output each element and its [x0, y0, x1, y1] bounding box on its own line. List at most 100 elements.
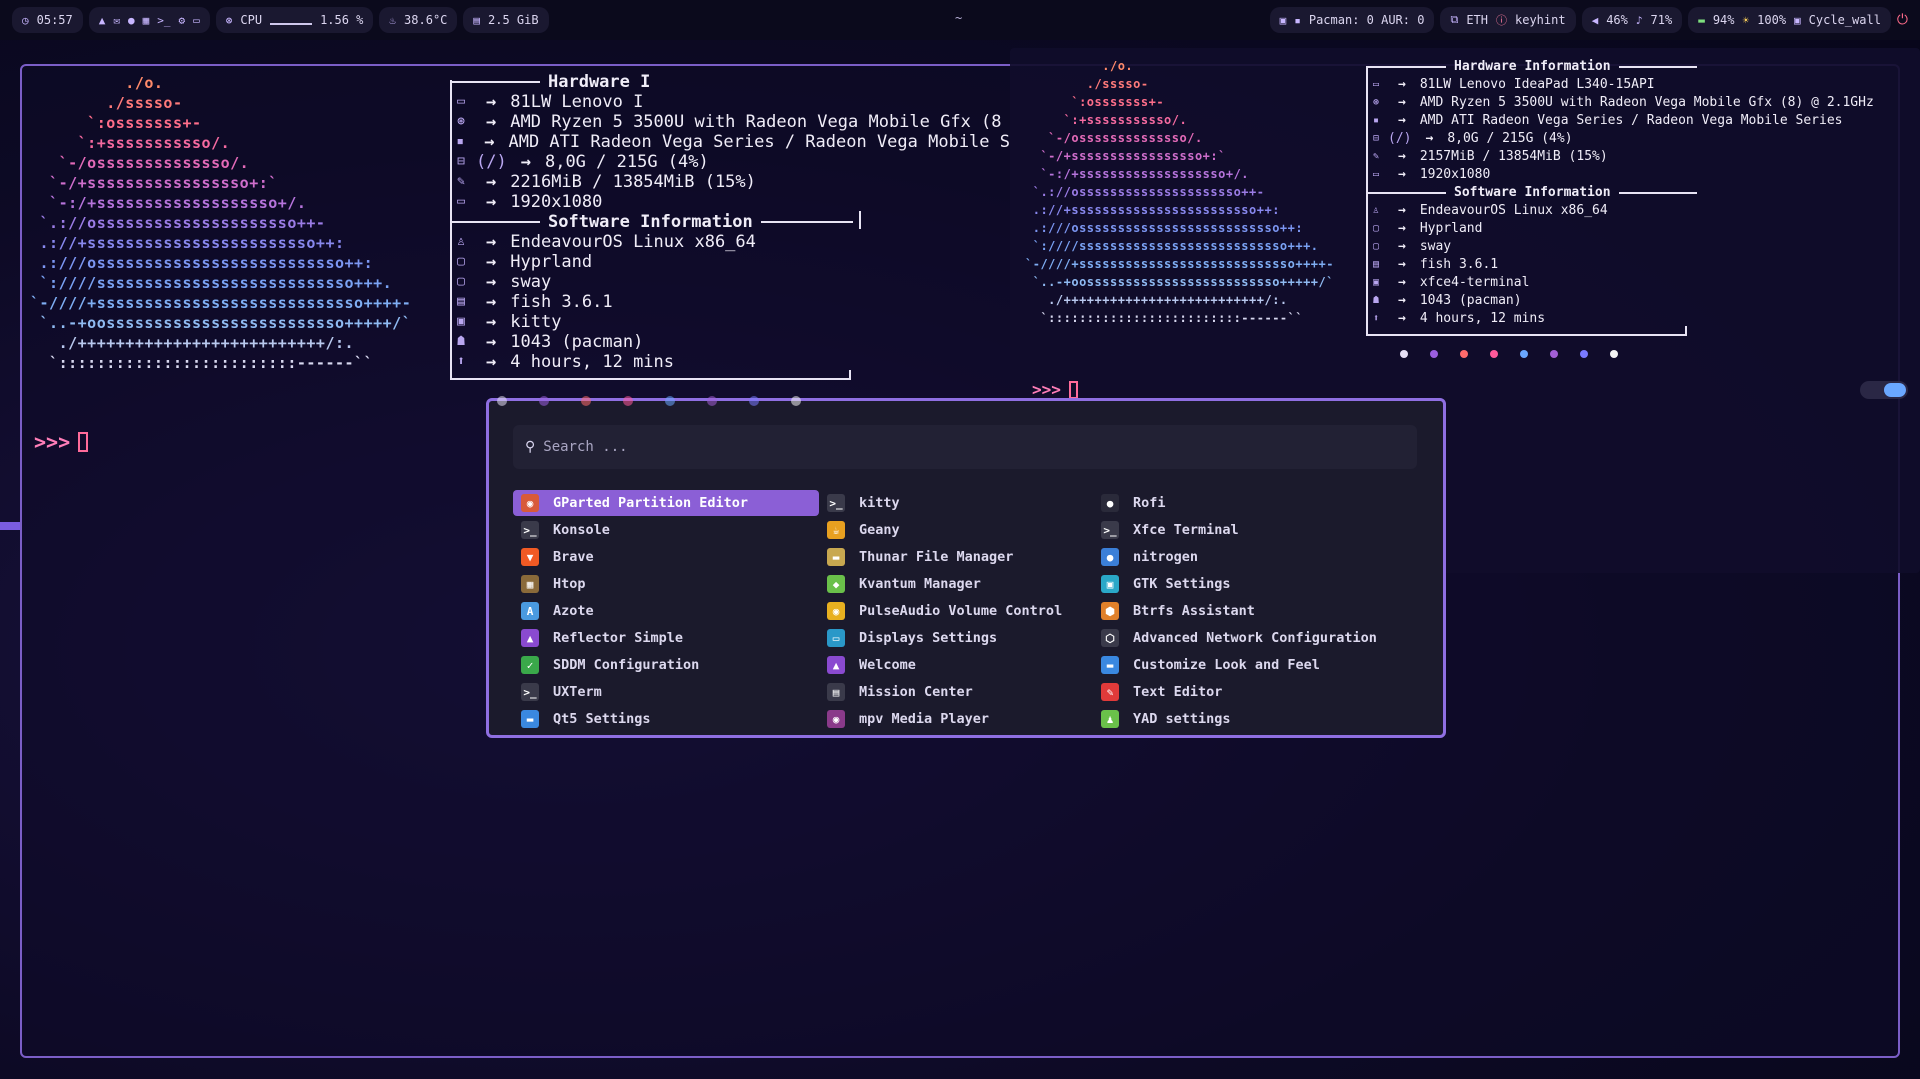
info-row: ⊛ → AMD Ryzen 5 3500U with Radeon Vega Mob… [450, 112, 1010, 132]
app-item-yad-settings[interactable]: ♟ YAD settings [1093, 706, 1393, 732]
info-value: 8,0G / 215G (4%) [1447, 131, 1573, 146]
mic-value: 71% [1650, 13, 1673, 27]
app-item-brave[interactable]: ▼ Brave [513, 544, 819, 570]
fetch-bottom-line [450, 378, 850, 380]
search-input[interactable]: Search ... [543, 439, 627, 455]
search-bar[interactable]: ⚲ Search ... [513, 425, 1417, 469]
app-item-xfce-terminal[interactable]: >_ Xfce Terminal [1093, 517, 1393, 543]
nitrogen-icon: ● [1101, 548, 1119, 566]
divider [1618, 192, 1697, 194]
app-item-htop[interactable]: ▦ Htop [513, 571, 819, 597]
app-item-text-editor[interactable]: ✎ Text Editor [1093, 679, 1393, 705]
updates-widget[interactable]: ▣ ▪ Pacman: 0 AUR: 0 [1269, 7, 1435, 33]
info-row: ▭ → 1920x1080 [450, 192, 1010, 212]
app-item-qt5-settings[interactable]: ▬ Qt5 Settings [513, 706, 819, 732]
info-row: ▢ → Hyprland [1368, 220, 1908, 238]
window-icon: ▢ [457, 274, 465, 289]
tray-icon[interactable]: ▣ [1280, 14, 1287, 27]
temperature-widget[interactable]: ♨ 38.6°C [379, 7, 458, 33]
arrow-icon: → [486, 172, 497, 192]
app-item-azote[interactable]: A Azote [513, 598, 819, 624]
network-widget[interactable]: ⧉ ETH ⓘ keyhint [1440, 7, 1576, 33]
app-item-uxterm[interactable]: >_ UXTerm [513, 679, 819, 705]
settings-icon[interactable]: ⚙ [179, 14, 186, 27]
wallpaper-text[interactable]: Cycle_wall [1809, 13, 1881, 27]
endeavour-icon: ▲ [827, 656, 845, 674]
app-item-customize-look-and-feel[interactable]: ▬ Customize Look and Feel [1093, 652, 1393, 678]
memory-widget[interactable]: ▤ 2.5 GiB [463, 7, 549, 33]
brightness-icon: ☀ [1742, 13, 1750, 27]
app-label: Displays Settings [859, 630, 998, 646]
info-value: Hyprland [1419, 221, 1483, 236]
appearance-icon: ▬ [1101, 656, 1119, 674]
arrow-icon: → [1398, 257, 1406, 272]
app-label: Xfce Terminal [1133, 522, 1239, 538]
window-icon: ▢ [457, 254, 465, 269]
info-value: sway [510, 272, 552, 292]
app-item-nitrogen[interactable]: ● nitrogen [1093, 544, 1393, 570]
palette-dot [581, 396, 591, 406]
app-label: GTK Settings [1133, 576, 1231, 592]
package-icon: ▪ [1294, 13, 1301, 27]
app-item-konsole[interactable]: >_ Konsole [513, 517, 819, 543]
palette-dot [1490, 350, 1498, 358]
keyhint-text[interactable]: keyhint [1515, 13, 1566, 27]
prompt-symbol: >>> [34, 430, 71, 454]
audio-widget[interactable]: ◀ 46% ♪ 71% [1581, 7, 1683, 33]
app-item-gtk-settings[interactable]: ▣ GTK Settings [1093, 571, 1393, 597]
workspace-toggle[interactable] [1860, 381, 1908, 399]
geany-icon: ☕ [827, 521, 845, 539]
app-item-welcome[interactable]: ▲ Welcome [819, 652, 1093, 678]
app-item-pulseaudio-volume-control[interactable]: ◉ PulseAudio Volume Control [819, 598, 1093, 624]
search-icon: ⚲ [525, 439, 536, 455]
mpv-icon: ◉ [827, 710, 845, 728]
calculator-icon[interactable]: ▦ [143, 14, 150, 27]
app-item-mission-center[interactable]: ▤ Mission Center [819, 679, 1093, 705]
app-item-mpv-media-player[interactable]: ◉ mpv Media Player [819, 706, 1093, 732]
app-item-gparted-partition-editor[interactable]: ◉ GParted Partition Editor [513, 490, 819, 516]
app-item-thunar-file-manager[interactable]: ▬ Thunar File Manager [819, 544, 1093, 570]
right-fetch-info: Hardware Information ▭ → 81LW Lenovo IdeaP… [1368, 58, 1908, 328]
updates-text: Pacman: 0 AUR: 0 [1308, 13, 1425, 27]
endeavour-icon[interactable]: ▲ [99, 14, 106, 27]
arrow-icon: → [1398, 77, 1406, 92]
app-item-kvantum-manager[interactable]: ◆ Kvantum Manager [819, 571, 1093, 597]
info-row: ▭ → 81LW Lenovo I [450, 92, 1010, 112]
terminal-prompt[interactable]: >>> [1032, 380, 1078, 399]
ascii-line: `.://osssssssssssssssssssso++- [30, 214, 326, 232]
app-item-geany[interactable]: ☕ Geany [819, 517, 1093, 543]
clock-widget[interactable]: ◷ 05:57 [12, 7, 83, 33]
app-label: Qt5 Settings [553, 711, 651, 727]
info-value: kitty [510, 312, 562, 332]
ascii-line: .:///ossssssssssssssssssssssssso++: [30, 254, 374, 272]
fetch-bottom-tick [849, 370, 851, 380]
app-item-btrfs-assistant[interactable]: ⬢ Btrfs Assistant [1093, 598, 1393, 624]
app-item-displays-settings[interactable]: ▭ Displays Settings [819, 625, 1093, 651]
cpu-widget[interactable]: ⊛ CPU 1.56 % [215, 7, 374, 33]
app-item-advanced-network-configuration[interactable]: ⬡ Advanced Network Configuration [1093, 625, 1393, 651]
disk-icon: ⊟ [457, 154, 465, 169]
monitor-icon[interactable]: ▭ [193, 14, 200, 27]
app-item-rofi[interactable]: ● Rofi [1093, 490, 1393, 516]
app-item-sddm-configuration[interactable]: ✓ SDDM Configuration [513, 652, 819, 678]
info-value: EndeavourOS Linux x86_64 [510, 232, 756, 252]
pencil-icon: ✎ [1101, 683, 1119, 701]
info-value: 4 hours, 12 mins [1419, 311, 1546, 326]
divider [1368, 66, 1446, 68]
app-item-kitty[interactable]: >_ kitty [819, 490, 1093, 516]
info-row: ▣ → xfce4-terminal [1368, 274, 1908, 292]
ascii-line: ./o. [30, 74, 164, 92]
app-label: Brave [553, 549, 594, 565]
app-item-reflector-simple[interactable]: ▲ Reflector Simple [513, 625, 819, 651]
chat-icon[interactable]: ● [128, 14, 135, 27]
power-icon[interactable]: ⏻ [1897, 12, 1908, 28]
battery-widget[interactable]: ▬ 94% ☀ 100% ▣ Cycle_wall [1688, 7, 1891, 33]
mail-icon[interactable]: ✉ [113, 14, 120, 27]
arrow-icon: → [486, 92, 497, 112]
app-label: SDDM Configuration [553, 657, 700, 673]
disk-icon: ⊟ [1372, 133, 1380, 144]
app-label: Text Editor [1133, 684, 1223, 700]
terminal-icon[interactable]: >_ [157, 14, 170, 27]
color-palette [1400, 350, 1618, 358]
terminal-prompt[interactable]: >>> [34, 430, 89, 454]
